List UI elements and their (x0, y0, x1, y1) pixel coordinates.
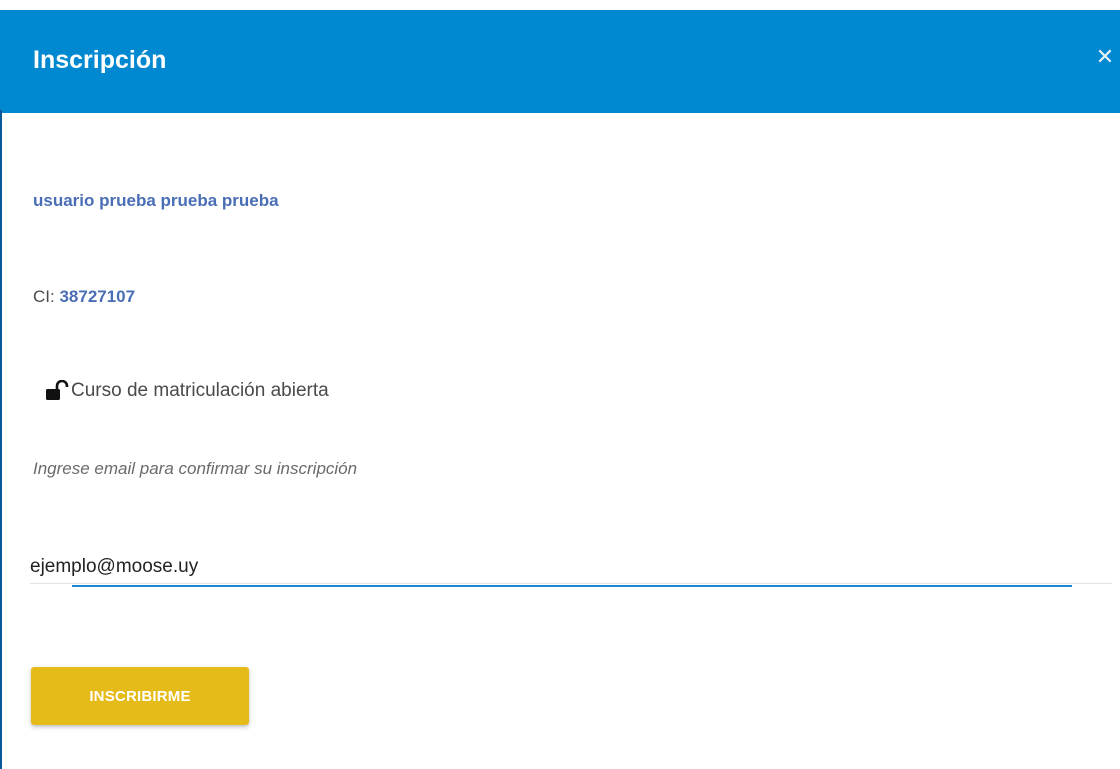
course-type: Curso de matriculación abierta (45, 379, 329, 403)
dialog-title: Inscripción (33, 46, 167, 74)
dialog-left-border (0, 110, 2, 769)
email-prompt: Ingrese email para confirmar su inscripc… (33, 459, 358, 478)
lock-open-icon (45, 379, 69, 402)
user-name: usuario prueba prueba prueba (33, 191, 279, 210)
course-type-label: Curso de matriculación abierta (71, 380, 329, 401)
close-icon[interactable]: ✕ (1094, 46, 1116, 68)
enroll-button[interactable]: INSCRIBIRME (31, 667, 249, 725)
email-input[interactable] (30, 550, 1112, 584)
ci-value: 38727107 (59, 287, 136, 306)
enrollment-dialog: Inscripción ✕ usuario prueba prueba prue… (0, 0, 1120, 769)
top-strip (0, 0, 1120, 10)
ci-label: CI: (33, 287, 60, 306)
input-focus-line (72, 585, 1072, 587)
dialog-header: Inscripción ✕ (0, 10, 1120, 113)
ci-row: CI: 38727107 (33, 286, 135, 308)
